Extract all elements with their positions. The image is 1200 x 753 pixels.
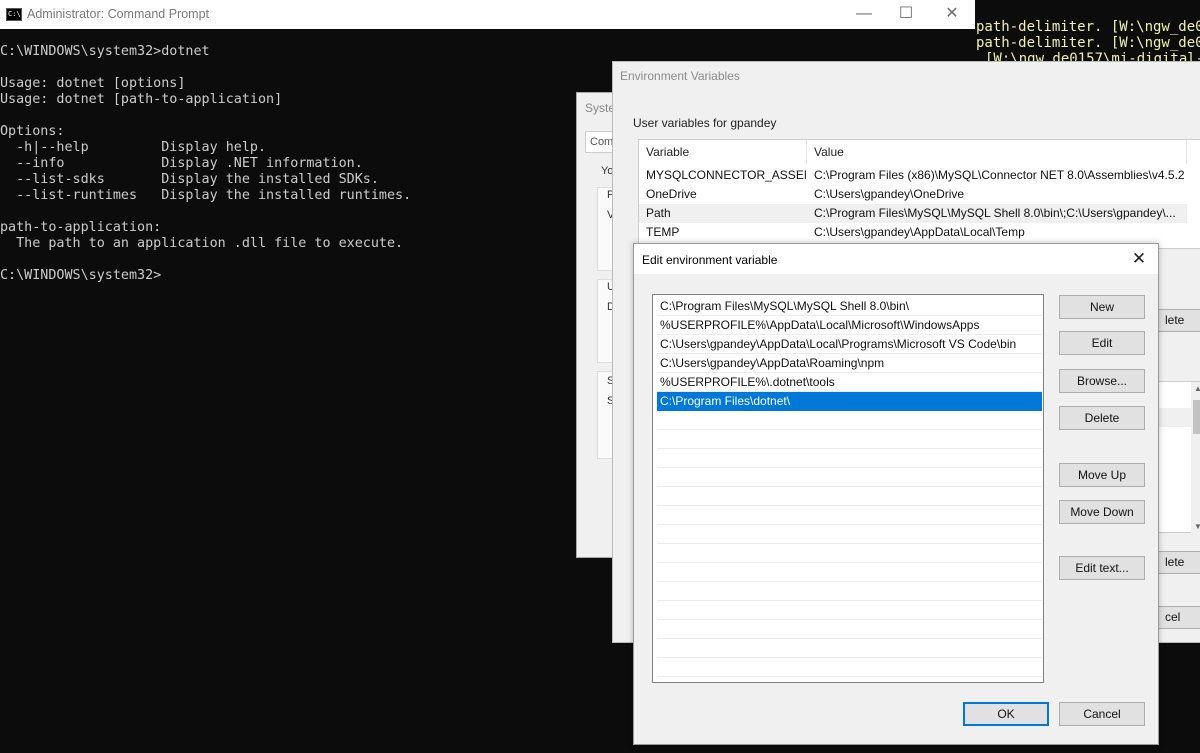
- edit-text-button[interactable]: Edit text...: [1059, 556, 1145, 580]
- close-icon[interactable]: ✕: [929, 0, 975, 29]
- edit-env-title: Edit environment variable: [642, 253, 778, 267]
- system-delete-label: lete: [1165, 555, 1185, 569]
- empty-path-row[interactable]: [657, 449, 1042, 468]
- empty-path-row[interactable]: [657, 563, 1042, 582]
- system-properties-title: Syste: [585, 101, 616, 115]
- bg-terminal-line: path-delimiter. [W:\ngw_de01: [976, 19, 1200, 35]
- move-down-button[interactable]: Move Down: [1059, 500, 1145, 524]
- scroll-down-icon[interactable]: ▼: [1191, 520, 1200, 534]
- empty-path-row[interactable]: [657, 582, 1042, 601]
- empty-path-row[interactable]: [657, 658, 1042, 677]
- cmd-output-line: --list-runtimes Display the installed ru…: [0, 188, 412, 203]
- cmd-output-line: --info Display .NET information.: [0, 156, 363, 171]
- path-entries-list[interactable]: C:\Program Files\MySQL\MySQL Shell 8.0\b…: [652, 294, 1044, 683]
- move-up-button[interactable]: Move Up: [1059, 463, 1145, 487]
- browse-button[interactable]: Browse...: [1059, 369, 1145, 393]
- variable-value: C:\Users\gpandey\OneDrive: [814, 187, 965, 201]
- empty-path-row[interactable]: [657, 468, 1042, 487]
- path-entry[interactable]: %USERPROFILE%\.dotnet\tools: [657, 373, 1042, 392]
- ok-button[interactable]: OK: [963, 702, 1049, 726]
- empty-path-row[interactable]: [657, 601, 1042, 620]
- cmd-output-line: [0, 252, 411, 268]
- cmd-window-title: Administrator: Command Prompt: [27, 7, 210, 21]
- empty-path-row[interactable]: [657, 411, 1042, 430]
- empty-path-row[interactable]: [657, 544, 1042, 563]
- edit-button[interactable]: Edit: [1059, 331, 1145, 355]
- empty-path-row[interactable]: [657, 430, 1042, 449]
- edit-environment-variable-dialog: Edit environment variable ✕ C:\Program F…: [633, 243, 1159, 745]
- variable-value: C:\Program Files\MySQL\MySQL Shell 8.0\b…: [814, 206, 1176, 220]
- column-header-variable[interactable]: Variable: [639, 140, 807, 164]
- variable-name: TEMP: [646, 225, 680, 239]
- system-variables-list[interactable]: ▲ ▼: [1158, 381, 1200, 534]
- cmd-output-line: Options:: [0, 124, 65, 139]
- cancel-button[interactable]: Cancel: [1059, 702, 1145, 726]
- cmd-output-line: path-to-application:: [0, 220, 162, 235]
- variable-name: OneDrive: [646, 187, 697, 201]
- variable-name: MYSQLCONNECTOR_ASSEM...: [646, 168, 806, 182]
- env-cancel-label: cel: [1165, 610, 1181, 624]
- system-delete-button[interactable]: lete: [1158, 551, 1200, 574]
- system-variables-scrollbar[interactable]: ▲ ▼: [1191, 382, 1200, 534]
- environment-variables-title: Environment Variables: [620, 69, 740, 83]
- cmd-output-line: [0, 204, 411, 220]
- path-entry[interactable]: %USERPROFILE%\AppData\Local\Microsoft\Wi…: [657, 316, 1042, 335]
- variable-value: C:\Users\gpandey\AppData\Local\Temp: [814, 225, 1025, 239]
- user-variable-row[interactable]: TEMP C:\Users\gpandey\AppData\Local\Temp: [639, 223, 1187, 242]
- env-cancel-button[interactable]: cel: [1158, 606, 1200, 629]
- path-entry[interactable]: C:\Users\gpandey\AppData\Roaming\npm: [657, 354, 1042, 373]
- user-delete-label: lete: [1165, 313, 1185, 327]
- cmd-titlebar[interactable]: C:\. Administrator: Command Prompt — ☐ ✕: [0, 0, 975, 29]
- user-variable-row[interactable]: OneDrive C:\Users\gpandey\OneDrive: [639, 185, 1187, 204]
- minimize-icon[interactable]: —: [841, 0, 887, 29]
- path-entry[interactable]: C:\Users\gpandey\AppData\Local\Programs\…: [657, 335, 1042, 354]
- cmd-output-line: -h|--help Display help.: [0, 140, 267, 155]
- user-variables-label: User variables for gpandey: [633, 116, 777, 130]
- cmd-output-line: [0, 60, 411, 76]
- scroll-up-icon[interactable]: ▲: [1191, 382, 1200, 396]
- cmd-app-icon: C:\.: [6, 8, 25, 21]
- column-header-value[interactable]: Value: [807, 140, 1187, 164]
- empty-path-row[interactable]: [657, 487, 1042, 506]
- empty-path-row[interactable]: [657, 525, 1042, 544]
- new-button[interactable]: New: [1059, 295, 1145, 319]
- cmd-output-line: Usage: dotnet [options]: [0, 76, 186, 91]
- user-variable-row[interactable]: MYSQLCONNECTOR_ASSEM... C:\Program Files …: [639, 166, 1187, 185]
- maximize-icon[interactable]: ☐: [883, 0, 929, 29]
- user-delete-button[interactable]: lete: [1158, 309, 1200, 332]
- cmd-output[interactable]: C:\WINDOWS\system32>dotnet Usage: dotnet …: [0, 44, 411, 284]
- cmd-output-line: The path to an application .dll file to …: [0, 236, 404, 251]
- variable-name: Path: [646, 206, 671, 220]
- cmd-output-line: --list-sdks Display the installed SDKs.: [0, 172, 379, 187]
- cmd-output-line: C:\WINDOWS\system32>: [0, 268, 162, 283]
- bg-terminal-line: path-delimiter. [W:\ngw_de01: [976, 35, 1200, 51]
- cmd-output-line: Usage: dotnet [path-to-application]: [0, 92, 283, 107]
- path-entry[interactable]: C:\Program Files\dotnet\: [657, 392, 1042, 411]
- edit-env-titlebar[interactable]: Edit environment variable ✕: [634, 244, 1158, 274]
- variable-value: C:\Program Files (x86)\MySQL\Connector N…: [814, 168, 1185, 182]
- delete-button[interactable]: Delete: [1059, 406, 1145, 430]
- cmd-output-line: C:\WINDOWS\system32>dotnet: [0, 44, 210, 59]
- user-variable-row[interactable]: Path C:\Program Files\MySQL\MySQL Shell 8…: [639, 204, 1187, 223]
- cmd-output-line: [0, 108, 411, 124]
- close-icon[interactable]: ✕: [1126, 247, 1152, 271]
- empty-path-row[interactable]: [657, 639, 1042, 658]
- empty-path-row[interactable]: [657, 620, 1042, 639]
- empty-path-row[interactable]: [657, 506, 1042, 525]
- user-variables-table[interactable]: Variable Value MYSQLCONNECTOR_ASSEM... C:…: [638, 139, 1200, 249]
- path-entry[interactable]: C:\Program Files\MySQL\MySQL Shell 8.0\b…: [657, 297, 1042, 316]
